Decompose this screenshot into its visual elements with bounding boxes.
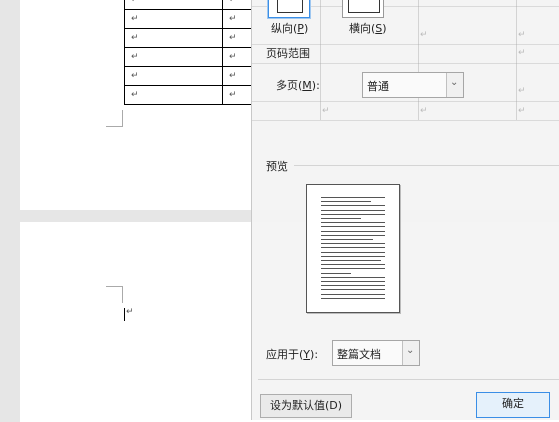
preview-text-line <box>321 230 385 232</box>
preview-text-line <box>321 201 371 203</box>
overlay-grid-line <box>320 0 321 120</box>
preview-text-line <box>321 209 385 211</box>
preview-text-line <box>321 281 385 282</box>
chevron-down-icon: ⌄ <box>406 345 415 356</box>
preview-text-line <box>321 239 373 240</box>
preview-text-line <box>321 264 385 266</box>
apply-to-dropdown-button[interactable]: ⌄ <box>402 341 419 365</box>
table-cell[interactable]: ↵ <box>222 85 252 105</box>
preview-text-line <box>321 222 385 224</box>
landscape-page-icon <box>348 0 380 13</box>
paragraph-mark: ↵ <box>518 86 526 96</box>
preview-text-line <box>321 276 385 278</box>
table-row: ↵ ↵ <box>124 28 252 48</box>
crop-mark <box>106 110 123 127</box>
table-cell[interactable]: ↵ <box>222 0 252 10</box>
preview-text-line <box>321 293 385 295</box>
table-cell[interactable]: ↵ <box>222 47 252 67</box>
page-range-group-label: 页码范围 <box>266 47 310 60</box>
landscape-label[interactable]: 横向(S) <box>349 20 387 36</box>
group-divider <box>294 165 559 166</box>
overlay-grid-line <box>516 0 517 120</box>
preview-text-line <box>321 260 381 261</box>
preview-text-line <box>321 226 385 228</box>
preview-group-label: 预览 <box>266 160 288 173</box>
preview-text-line <box>321 289 385 291</box>
multi-page-label: 多页(M): <box>276 79 320 92</box>
set-default-button[interactable]: 设为默认值(D) <box>260 394 352 418</box>
table-cell[interactable]: ↵ <box>124 28 223 48</box>
preview-text-line <box>321 255 385 257</box>
multi-page-dropdown-button[interactable]: ⌄ <box>446 73 463 97</box>
paragraph-mark: ↵ <box>518 48 526 58</box>
chevron-down-icon: ⌄ <box>450 77 459 88</box>
preview-text-line <box>321 213 385 215</box>
table-row: ↵ ↵ <box>124 66 252 86</box>
apply-to-label: 应用于(Y): <box>266 348 319 361</box>
table-cell[interactable]: ↵ <box>124 85 223 105</box>
apply-to-select[interactable]: 整篇文档 ⌄ <box>332 340 420 366</box>
paragraph-mark: ↵ <box>420 106 428 116</box>
portrait-label[interactable]: 纵向(P) <box>271 20 308 36</box>
table-row: ↵ ↵ <box>124 0 252 10</box>
overlay-grid-line <box>252 63 559 64</box>
page-preview <box>306 184 400 313</box>
preview-text-line <box>321 268 385 270</box>
paragraph-mark: ↵ <box>518 106 526 116</box>
overlay-grid-line <box>418 0 419 120</box>
table-cell[interactable]: ↵ <box>124 0 223 10</box>
document-table[interactable]: ↵ ↵ ↵ ↵ ↵ ↵ ↵ ↵ ↵ ↵ ↵ ↵ <box>124 0 252 105</box>
landscape-orientation-button[interactable] <box>342 0 384 18</box>
ok-button[interactable]: 确定 <box>476 392 550 418</box>
preview-text-line <box>321 251 385 253</box>
preview-text-line <box>321 285 385 287</box>
preview-text-line <box>321 234 385 236</box>
table-row: ↵ ↵ <box>124 85 252 105</box>
preview-text-line <box>321 297 385 299</box>
table-cell[interactable]: ↵ <box>124 66 223 86</box>
paragraph-mark: ↵ <box>322 106 330 116</box>
preview-text-line <box>321 247 385 249</box>
paragraph-mark: ↵ <box>518 30 526 40</box>
group-divider <box>258 379 559 380</box>
paragraph-mark: ↵ <box>126 307 134 317</box>
preview-text-line <box>321 272 351 274</box>
table-cell[interactable]: ↵ <box>222 66 252 86</box>
apply-to-value: 整篇文档 <box>337 348 381 361</box>
portrait-page-icon <box>277 0 303 13</box>
preview-text-line <box>321 218 361 219</box>
text-cursor <box>124 308 125 321</box>
multi-page-select[interactable]: 普通 ⌄ <box>362 72 464 98</box>
preview-text-line <box>321 205 385 207</box>
preview-text-line <box>321 243 385 245</box>
table-row: ↵ ↵ <box>124 47 252 67</box>
multi-page-value: 普通 <box>367 80 389 93</box>
table-cell[interactable]: ↵ <box>124 47 223 67</box>
page-setup-dialog: ↵ ↵ ↵ ↵ ↵ ↵ ↵ 纵向(P) 横向(S) 页码范围 多页(M): 普通… <box>251 0 559 420</box>
crop-mark <box>106 286 123 303</box>
table-cell[interactable]: ↵ <box>222 28 252 48</box>
table-cell[interactable]: ↵ <box>124 9 223 29</box>
overlay-grid-line <box>252 120 559 121</box>
paragraph-mark: ↵ <box>420 30 428 40</box>
table-row: ↵ ↵ <box>124 9 252 29</box>
portrait-orientation-button[interactable] <box>268 0 310 18</box>
overlay-grid-line <box>252 101 559 102</box>
table-cell[interactable]: ↵ <box>222 9 252 29</box>
preview-text-line <box>321 197 385 198</box>
